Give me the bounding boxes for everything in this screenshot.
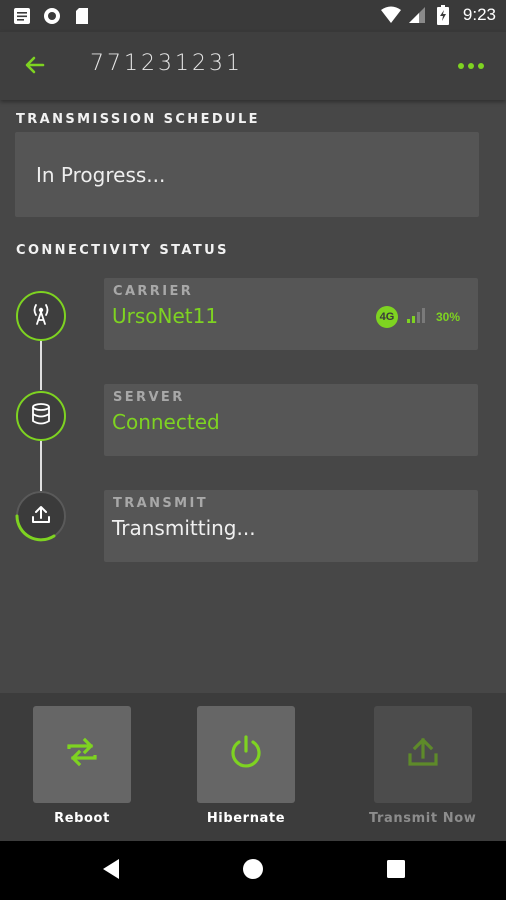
nav-home-button[interactable] (239, 857, 267, 885)
schedule-card: In Progress... (15, 132, 479, 217)
transmit-label: TRANSMIT (113, 496, 209, 511)
network-type-badge: 4G (375, 306, 398, 328)
signal-percent: 30% (435, 310, 460, 324)
carrier-label: CARRIER (113, 284, 194, 299)
timeline-connector (40, 436, 42, 491)
reboot-button[interactable]: Reboot (33, 706, 131, 826)
nav-home-icon (242, 858, 264, 885)
reboot-tile[interactable] (33, 706, 131, 803)
nav-back-icon (101, 858, 121, 885)
back-button[interactable] (18, 50, 52, 84)
server-status-node (16, 391, 66, 441)
navigation-bar (0, 841, 506, 900)
hibernate-tile[interactable] (197, 706, 295, 803)
status-time: 9:23 (462, 5, 496, 24)
reboot-label: Reboot (54, 811, 110, 826)
transmit-status-node (15, 491, 66, 542)
sd-card-icon (72, 6, 92, 26)
nav-back-button[interactable] (97, 857, 125, 885)
hibernate-button[interactable]: Hibernate (197, 706, 295, 826)
arrow-left-icon (23, 53, 47, 82)
carrier-signal-info: 4G 30% (375, 306, 460, 328)
nav-recents-icon (386, 859, 406, 884)
nav-recents-button[interactable] (382, 857, 410, 885)
transmit-now-button[interactable]: Transmit Now (369, 706, 476, 826)
server-value: Connected (112, 410, 220, 434)
signal-bars-icon (406, 307, 428, 328)
status-bar: 9:23 (0, 0, 506, 32)
page-title: 771231231 (90, 51, 243, 76)
power-icon (228, 734, 264, 775)
status-bar-right: 9:23 (380, 5, 496, 25)
hibernate-label: Hibernate (206, 811, 286, 826)
more-horizontal-icon (457, 57, 485, 75)
record-icon (42, 6, 62, 26)
wifi-icon (380, 5, 401, 25)
status-bar-left (12, 6, 92, 26)
transmission-schedule-heading: TRANSMISSION SCHEDULE (16, 112, 260, 127)
database-icon (31, 402, 51, 430)
action-panel: Reboot Hibernate Transmit Now (0, 693, 506, 841)
connectivity-status-heading: CONNECTIVITY STATUS (16, 243, 229, 258)
carrier-status-node (16, 291, 66, 341)
schedule-status: In Progress... (36, 163, 166, 187)
transmit-value: Transmitting... (112, 516, 256, 540)
transmit-now-tile[interactable] (373, 706, 472, 803)
antenna-icon (30, 302, 52, 331)
swap-arrows-icon (65, 736, 99, 773)
cell-signal-icon (407, 5, 427, 25)
server-card: SERVER Connected (104, 384, 478, 456)
more-options-button[interactable] (456, 54, 486, 78)
transmit-card: TRANSMIT Transmitting... (104, 490, 478, 562)
carrier-card: CARRIER UrsoNet11 4G 30% (104, 278, 478, 350)
server-label: SERVER (113, 390, 185, 405)
carrier-value: UrsoNet11 (112, 304, 219, 328)
notification-list-icon (12, 6, 32, 26)
timeline-connector (40, 340, 42, 390)
app-bar: 771231231 (0, 32, 506, 100)
transmit-now-label: Transmit Now (369, 811, 477, 826)
battery-charging-icon (433, 5, 453, 25)
upload-icon (406, 735, 440, 774)
upload-icon (31, 504, 51, 529)
